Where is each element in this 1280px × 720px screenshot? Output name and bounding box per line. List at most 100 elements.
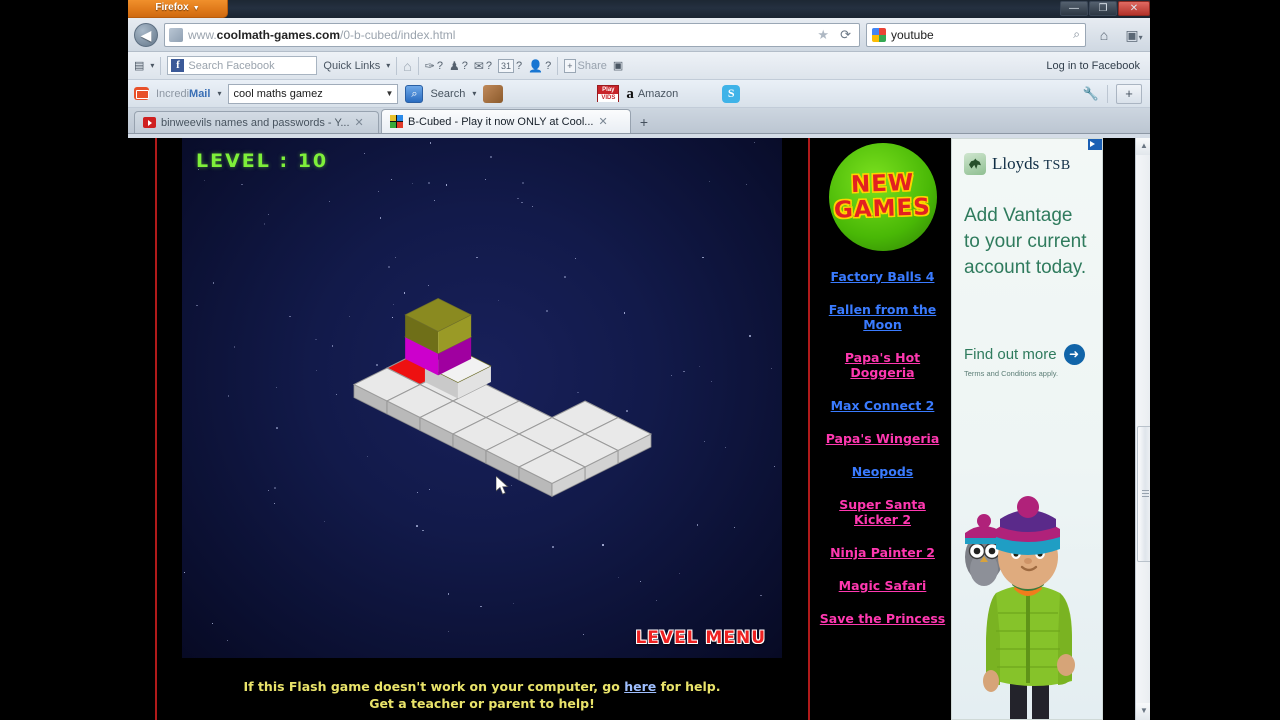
star: [227, 395, 230, 397]
game-link-papa-s-wingeria[interactable]: Papa's Wingeria: [818, 431, 947, 446]
divider: [160, 56, 162, 75]
new-games-logo[interactable]: NEW GAMES: [828, 143, 937, 251]
search-icon[interactable]: ⌕: [1073, 27, 1080, 42]
adchoices-icon[interactable]: [1088, 139, 1102, 150]
skype-icon[interactable]: S: [722, 84, 741, 103]
game-link-save-the-princess[interactable]: Save the Princess: [818, 611, 947, 626]
playvids-icon[interactable]: Play VIDS: [597, 85, 620, 102]
tab-bcubed[interactable]: B-Cubed - Play it now ONLY at Cool... ✕: [381, 109, 631, 133]
star: [328, 200, 330, 202]
back-button[interactable]: ◀: [134, 22, 158, 47]
facebook-search-input[interactable]: f Search Facebook: [167, 56, 318, 75]
facebook-notification-item[interactable]: ✑?: [425, 59, 443, 73]
game-link-super-santa-kicker-2[interactable]: Super Santa Kicker 2: [818, 497, 947, 527]
incredimail-search-field[interactable]: cool maths gamez ▼: [228, 83, 399, 104]
facebook-home-icon[interactable]: ⌂: [403, 58, 411, 74]
bookmark-star-icon[interactable]: ★: [817, 27, 829, 43]
facebook-notification-item[interactable]: ✉?: [474, 59, 492, 73]
star: [575, 258, 576, 259]
star: [196, 304, 198, 307]
chevron-down-icon[interactable]: ▾: [386, 61, 390, 70]
facebook-notification-item[interactable]: 👤?: [528, 59, 551, 73]
bookmarks-glyph: ▣: [1125, 26, 1139, 43]
smiley-icon[interactable]: [483, 84, 504, 103]
url-prefix: www.: [188, 27, 217, 42]
help-after: for help.: [656, 679, 721, 694]
incredimail-toolbar: IncrediMail ▾ cool maths gamez ▼ ⌕ Searc…: [128, 80, 1152, 108]
star: [428, 182, 431, 185]
isometric-board: [352, 298, 653, 498]
search-icon[interactable]: ⌕: [405, 84, 424, 103]
game-link-max-connect-2[interactable]: Max Connect 2: [818, 398, 947, 413]
search-bar[interactable]: youtube ⌕: [866, 22, 1086, 47]
star: [323, 521, 325, 523]
restore-button[interactable]: ❐: [1089, 1, 1117, 16]
ad-terms-text: Terms and Conditions apply.: [964, 369, 1059, 378]
brand-name: Lloyds: [992, 154, 1040, 173]
incredimail-brand-label: IncrediMail: [156, 88, 210, 100]
help-link[interactable]: here: [624, 679, 656, 694]
facebook-notification-item[interactable]: ♟?: [449, 59, 468, 73]
game-link-papa-s-hot-doggeria[interactable]: Papa's Hot Doggeria: [818, 350, 947, 380]
minimize-button[interactable]: —: [1060, 1, 1088, 16]
lloyds-brand-name: Lloyds TSB: [992, 154, 1071, 174]
close-button[interactable]: ✕: [1118, 1, 1150, 16]
star: [476, 256, 478, 259]
star: [489, 156, 492, 159]
game-link-fallen-from-the-moon[interactable]: Fallen from the Moon: [818, 302, 947, 332]
count: ?: [516, 59, 523, 72]
game-link-neopods[interactable]: Neopods: [818, 464, 947, 479]
home-icon[interactable]: ⌂: [1092, 24, 1116, 46]
game-stage[interactable]: LEVEL : 10 LEVEL MENU: [182, 138, 782, 658]
star: [512, 602, 515, 604]
facebook-logo-icon: f: [171, 59, 185, 72]
incredimail-search-label[interactable]: Search: [430, 88, 465, 100]
star: [480, 605, 482, 608]
facebook-login-link[interactable]: Log in to Facebook: [1046, 60, 1146, 72]
messages-icon: ✉: [473, 58, 484, 73]
tab-title: B-Cubed - Play it now ONLY at Cool...: [408, 115, 594, 128]
close-icon[interactable]: ✕: [598, 115, 607, 128]
settings-wrench-icon[interactable]: 🔧: [1083, 86, 1099, 102]
url-domain: coolmath-games.com: [216, 27, 341, 42]
chevron-down-icon[interactable]: ▾: [217, 89, 221, 98]
close-icon[interactable]: ✕: [355, 116, 364, 129]
toolbar-right-group: 🔧 +: [1083, 83, 1146, 104]
amazon-button[interactable]: a Amazon: [626, 86, 678, 101]
bookmarks-icon[interactable]: ▣▾: [1122, 24, 1146, 46]
chevron-down-icon[interactable]: ▼: [386, 89, 394, 98]
star: [602, 544, 604, 546]
add-toolbar-button[interactable]: +: [1116, 83, 1142, 104]
level-menu-button[interactable]: LEVEL MENU: [635, 628, 766, 648]
chevron-down-icon[interactable]: ▾: [472, 89, 476, 98]
firefox-menu-label: Firefox: [155, 2, 189, 13]
tab-bar: binweevils names and passwords - Y... ✕ …: [128, 108, 1152, 134]
share-button[interactable]: + Share: [564, 58, 607, 73]
find-out-more-button[interactable]: Find out more ➜: [964, 344, 1085, 365]
firefox-menu-button[interactable]: Firefox ▼: [128, 0, 228, 18]
new-tab-button[interactable]: +: [633, 113, 655, 133]
game-link-magic-safari[interactable]: Magic Safari: [818, 578, 947, 593]
title-bar: Firefox ▼ — ❐ ✕: [128, 0, 1152, 18]
facebook-notification-item[interactable]: 31?: [498, 58, 523, 73]
star: [378, 190, 379, 192]
star: [582, 633, 585, 635]
advertisement-panel[interactable]: Lloyds TSB Add Vantage to your current a…: [951, 138, 1103, 720]
reload-icon[interactable]: ⟳: [840, 27, 851, 43]
star: [773, 465, 776, 468]
help-line2: Get a teacher or parent to help!: [369, 696, 595, 711]
share-label: Share: [577, 59, 607, 72]
star: [760, 595, 762, 597]
chevron-down-icon[interactable]: ▾: [150, 61, 154, 70]
quick-links-label[interactable]: Quick Links: [323, 60, 380, 72]
star: [708, 180, 710, 182]
firefox-browser-window: Firefox ▼ — ❐ ✕ ◀ www.coolmath-games.com/…: [128, 0, 1152, 720]
tab-binweevils[interactable]: binweevils names and passwords - Y... ✕: [134, 111, 379, 133]
game-link-factory-balls-4[interactable]: Factory Balls 4: [818, 269, 947, 284]
fb-apps-icon[interactable]: ▤: [134, 59, 144, 72]
address-bar[interactable]: www.coolmath-games.com/0-b-cubed/index.h…: [164, 22, 860, 47]
camera-icon[interactable]: ▣: [613, 59, 623, 72]
window-controls: — ❐ ✕: [1060, 1, 1150, 16]
star: [617, 577, 619, 578]
game-link-ninja-painter-2[interactable]: Ninja Painter 2: [818, 545, 947, 560]
